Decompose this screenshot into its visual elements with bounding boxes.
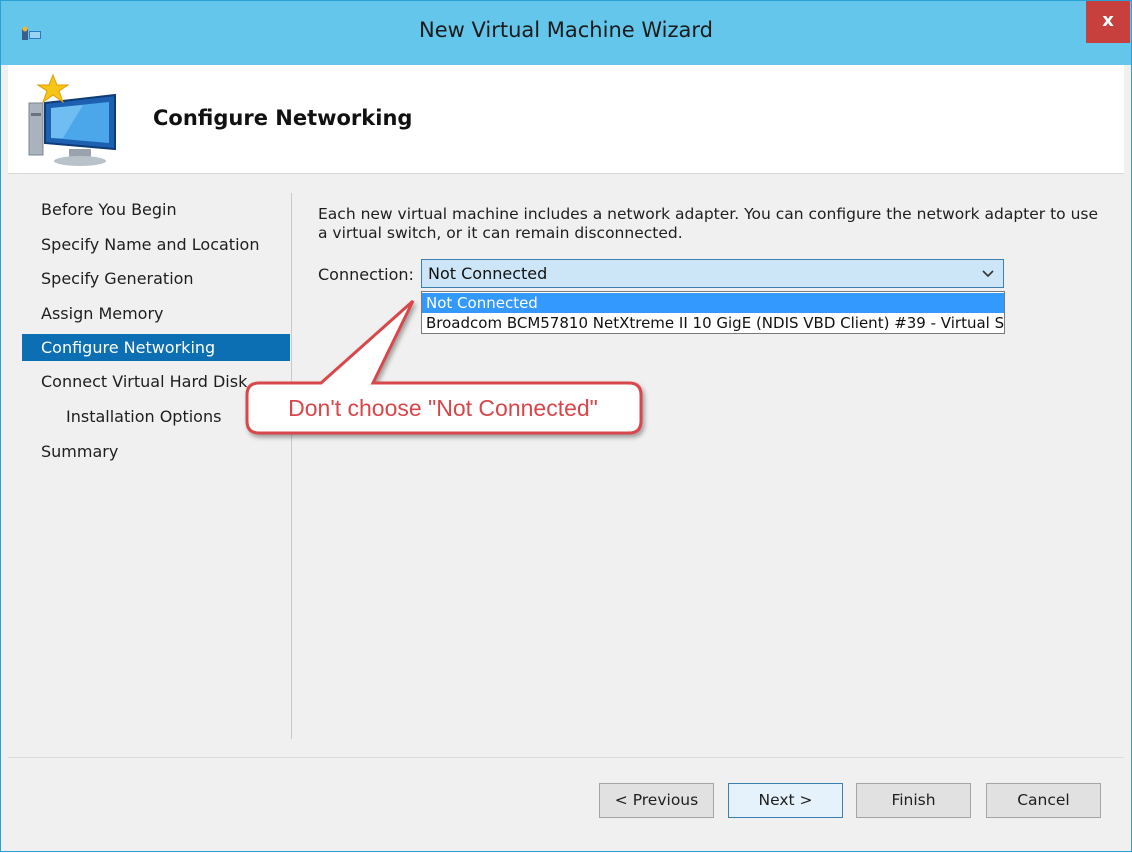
finish-button[interactable]: Finish xyxy=(856,783,971,818)
cancel-button[interactable]: Cancel xyxy=(986,783,1101,818)
previous-button[interactable]: < Previous xyxy=(599,783,714,818)
next-button[interactable]: Next > xyxy=(728,783,843,818)
callout-text: Don't choose "Not Connected" xyxy=(288,395,598,421)
footer-divider xyxy=(8,757,1124,758)
wizard-window: New Virtual Machine Wizard x Configure N… xyxy=(0,0,1132,852)
